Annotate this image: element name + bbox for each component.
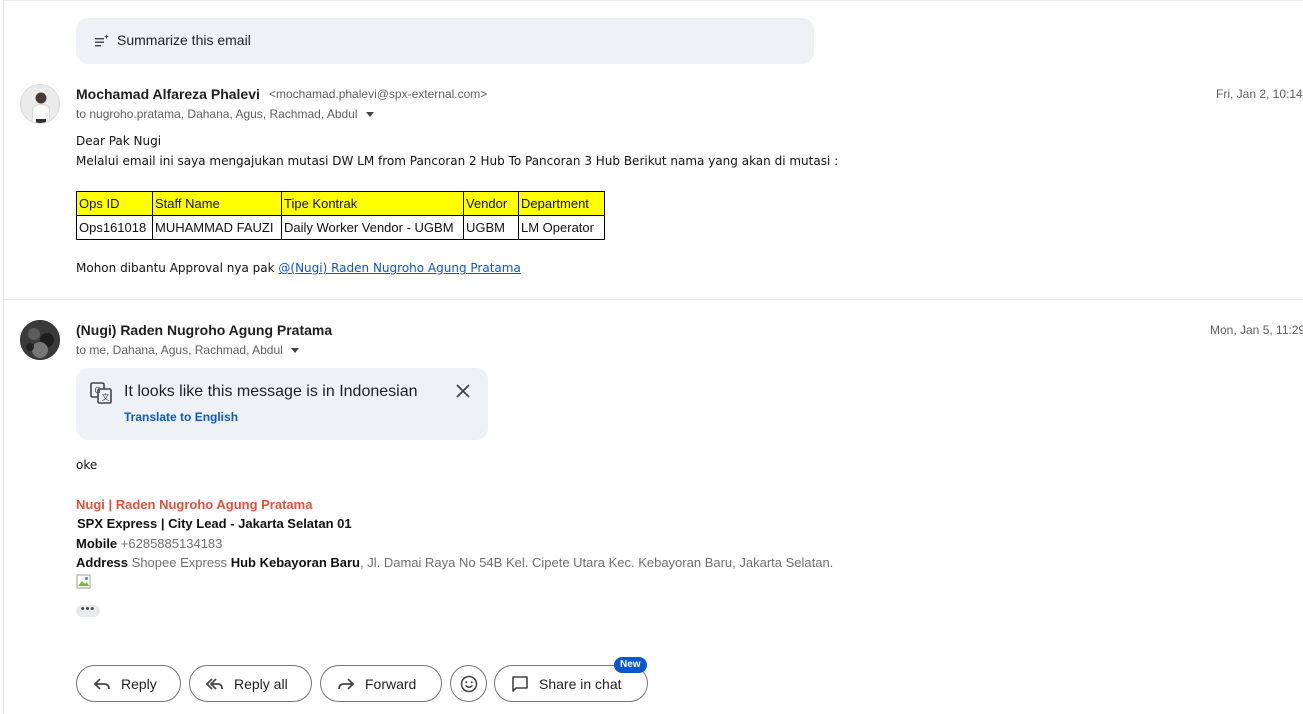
signature-address-hub: Hub Kebayoran Baru xyxy=(230,555,360,570)
forward-icon xyxy=(338,677,355,690)
signature-title-text: SPX Express | City Lead - Jakarta Selata… xyxy=(77,516,352,531)
frame-left-border xyxy=(3,0,4,714)
broken-image-icon xyxy=(76,574,91,589)
reply-icon xyxy=(93,677,110,690)
reply-button[interactable]: Reply xyxy=(76,665,181,702)
message-date: Mon, Jan 5, 11:29 xyxy=(1210,323,1303,337)
recipients-label: to me, Dahana, Agus, Rachmad, Abdul xyxy=(76,343,283,357)
translate-icon: G 文 xyxy=(90,382,112,404)
summarize-email-button[interactable]: Summarize this email xyxy=(76,18,814,64)
table-header: Vendor xyxy=(463,191,519,216)
translate-message: It looks like this message is in Indones… xyxy=(124,383,418,400)
table-header: Staff Name xyxy=(152,191,282,216)
table-cell: Daily Worker Vendor - UGBM xyxy=(281,215,464,240)
svg-text:文: 文 xyxy=(102,392,110,402)
signature-address: Address Shopee Express Hub Kebayoran Bar… xyxy=(76,555,833,570)
table-cell: Ops161018 xyxy=(76,215,153,240)
signature-address-street: , Jl. Damai Raya No 54B xyxy=(360,555,503,570)
forward-label: Forward xyxy=(365,675,417,692)
intro-text: Melalui email ini saya mengajukan mutasi… xyxy=(76,154,839,168)
table-header: Department xyxy=(518,191,605,216)
person-photo xyxy=(21,85,59,123)
reply-label: Reply xyxy=(121,675,157,692)
recipients-dropdown[interactable]: to nugroho.pratama, Dahana, Agus, Rachma… xyxy=(76,107,374,121)
chevron-down-icon xyxy=(290,347,299,353)
table-row: Ops161018 MUHAMMAD FAUZI Daily Worker Ve… xyxy=(76,215,605,240)
table-header-row: Ops ID Staff Name Tipe Kontrak Vendor De… xyxy=(76,191,605,216)
closing-prefix: Mohon dibantu Approval nya pak xyxy=(76,261,279,275)
message-date: Fri, Jan 2, 10:14 P xyxy=(1216,87,1303,101)
mention-link[interactable]: @(Nugi) Raden Nugroho Agung Pratama xyxy=(278,261,520,275)
show-trimmed-content-button[interactable]: ••• xyxy=(76,604,100,617)
table-header: Ops ID xyxy=(76,191,153,216)
frame-top-border xyxy=(3,0,1303,1)
emoji-reaction-button[interactable] xyxy=(450,665,487,702)
sender-name[interactable]: (Nugi) Raden Nugroho Agung Pratama xyxy=(76,322,332,338)
recipients-label: to nugroho.pratama, Dahana, Agus, Rachma… xyxy=(76,107,358,121)
new-badge: New xyxy=(614,657,647,673)
svg-text:G: G xyxy=(95,386,101,395)
signature-name: Nugi | Raden Nugroho Agung Pratama xyxy=(76,497,313,512)
table-cell: LM Operator xyxy=(518,215,605,240)
signature-mobile-number: +6285885134183 xyxy=(120,536,223,551)
signature-address-label: Address xyxy=(76,555,129,570)
reply-all-label: Reply all xyxy=(234,675,288,692)
table-cell: UGBM xyxy=(463,215,519,240)
signature-mobile: Mobile +6285885134183 xyxy=(76,536,222,551)
sender-avatar[interactable] xyxy=(20,84,60,124)
recipients-dropdown[interactable]: to me, Dahana, Agus, Rachmad, Abdul xyxy=(76,343,299,357)
mutation-table: Ops ID Staff Name Tipe Kontrak Vendor De… xyxy=(76,191,605,240)
translate-banner: G 文 It looks like this message is in Ind… xyxy=(76,368,488,440)
greeting-text: Dear Pak Nugi xyxy=(76,134,162,148)
sender-avatar[interactable] xyxy=(20,320,60,360)
translate-to-english-link[interactable]: Translate to English xyxy=(124,410,238,424)
summarize-icon xyxy=(95,34,109,47)
chevron-down-icon xyxy=(365,111,374,117)
emoji-icon xyxy=(460,675,477,692)
signature-title: SPX Express | City Lead - Jakarta Selata… xyxy=(77,516,352,531)
forward-button[interactable]: Forward xyxy=(320,665,442,702)
message-divider xyxy=(4,299,1303,300)
summarize-label: Summarize this email xyxy=(117,32,251,48)
sender-name[interactable]: Mochamad Alfareza Phalevi xyxy=(76,86,260,102)
reply-all-icon xyxy=(206,677,223,690)
signature-mobile-label: Mobile xyxy=(76,536,118,551)
reply-body-text: oke xyxy=(76,458,98,472)
signature-address-area: Kel. Cipete Utara Kec. Kebayoran Baru, J… xyxy=(505,555,834,570)
table-header: Tipe Kontrak xyxy=(281,191,464,216)
signature-address-company: Shopee Express xyxy=(131,555,228,570)
chat-icon xyxy=(512,675,528,692)
sender-email: <mochamad.phalevi@spx-external.com> xyxy=(269,87,488,101)
close-icon[interactable] xyxy=(454,382,472,400)
closing-text: Mohon dibantu Approval nya pak @(Nugi) R… xyxy=(76,261,521,275)
table-cell: MUHAMMAD FAUZI xyxy=(152,215,282,240)
person-photo xyxy=(20,320,60,360)
share-in-chat-label: Share in chat xyxy=(539,675,622,692)
reply-all-button[interactable]: Reply all xyxy=(189,665,312,702)
